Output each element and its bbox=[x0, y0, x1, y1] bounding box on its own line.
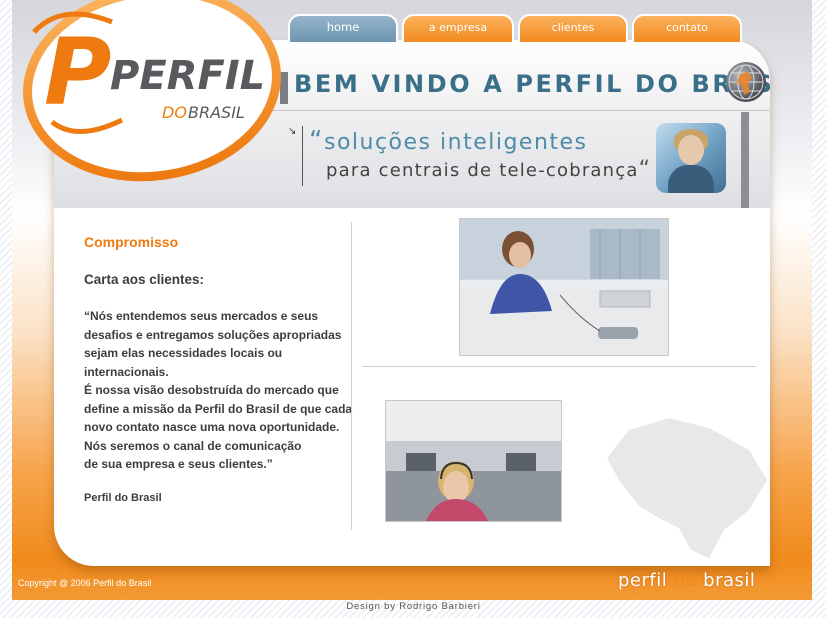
photo-divider bbox=[362, 366, 756, 367]
slogan-text-2: para centrais de tele-cobrança bbox=[326, 160, 639, 181]
letter-body: “Nós entendemos seus mercados e seus des… bbox=[84, 309, 353, 471]
letter-subheading: Carta aos clientes: bbox=[84, 272, 205, 287]
slogan-text-1: soluções inteligentes bbox=[323, 130, 588, 155]
office-photo-woman bbox=[459, 218, 669, 356]
banner-stripe bbox=[741, 112, 749, 208]
close-quote: “ bbox=[638, 157, 652, 182]
perfil-logo: P PERFIL DO BRASIL bbox=[23, 0, 281, 182]
tab-home[interactable]: home bbox=[288, 14, 398, 42]
column-divider bbox=[351, 222, 352, 530]
logo-brand-text: PERFIL bbox=[110, 53, 265, 99]
logo-sub-orange: DO bbox=[162, 103, 187, 122]
slogan-line-1: “soluções inteligentes bbox=[309, 126, 588, 156]
letter-column: Compromisso Carta aos clientes: “Nós ent… bbox=[84, 234, 354, 504]
footer-logo: perfil do brasil bbox=[618, 570, 755, 591]
section-heading: Compromisso bbox=[84, 234, 179, 250]
logo-sub-grey: BRASIL bbox=[188, 103, 245, 122]
arrow-bullet-icon: ↘ bbox=[288, 126, 297, 137]
footer-logo-part3: brasil bbox=[703, 570, 756, 591]
tab-clientes[interactable]: clientes bbox=[518, 14, 628, 42]
tab-contato[interactable]: contato bbox=[632, 14, 742, 42]
svg-text:P: P bbox=[44, 19, 111, 126]
design-credit[interactable]: Design by Rodrigo Barbieri bbox=[0, 601, 827, 612]
slogan-line-2: para centrais de tele-cobrança“ bbox=[326, 157, 651, 182]
letter-signature: Perfil do Brasil bbox=[84, 491, 162, 504]
footer-logo-part2: do bbox=[673, 570, 697, 591]
open-quote: “ bbox=[309, 126, 324, 156]
operator-thumbnail bbox=[656, 123, 726, 193]
welcome-title: BEM VINDO A PERFIL DO BRASIL bbox=[294, 70, 770, 98]
call-center-photo bbox=[385, 400, 562, 522]
footer-logo-part1: perfil bbox=[618, 570, 668, 591]
globe-icon bbox=[726, 62, 766, 102]
page-frame: BEM VINDO A PERFIL DO BRASIL ↘ “soluções… bbox=[12, 0, 812, 600]
copyright-text: Copyright @ 2006 Perfil do Brasil bbox=[18, 578, 152, 588]
brazil-map-watermark bbox=[607, 418, 767, 558]
slogan-divider bbox=[302, 126, 303, 186]
tab-a-empresa[interactable]: a empresa bbox=[402, 14, 514, 42]
